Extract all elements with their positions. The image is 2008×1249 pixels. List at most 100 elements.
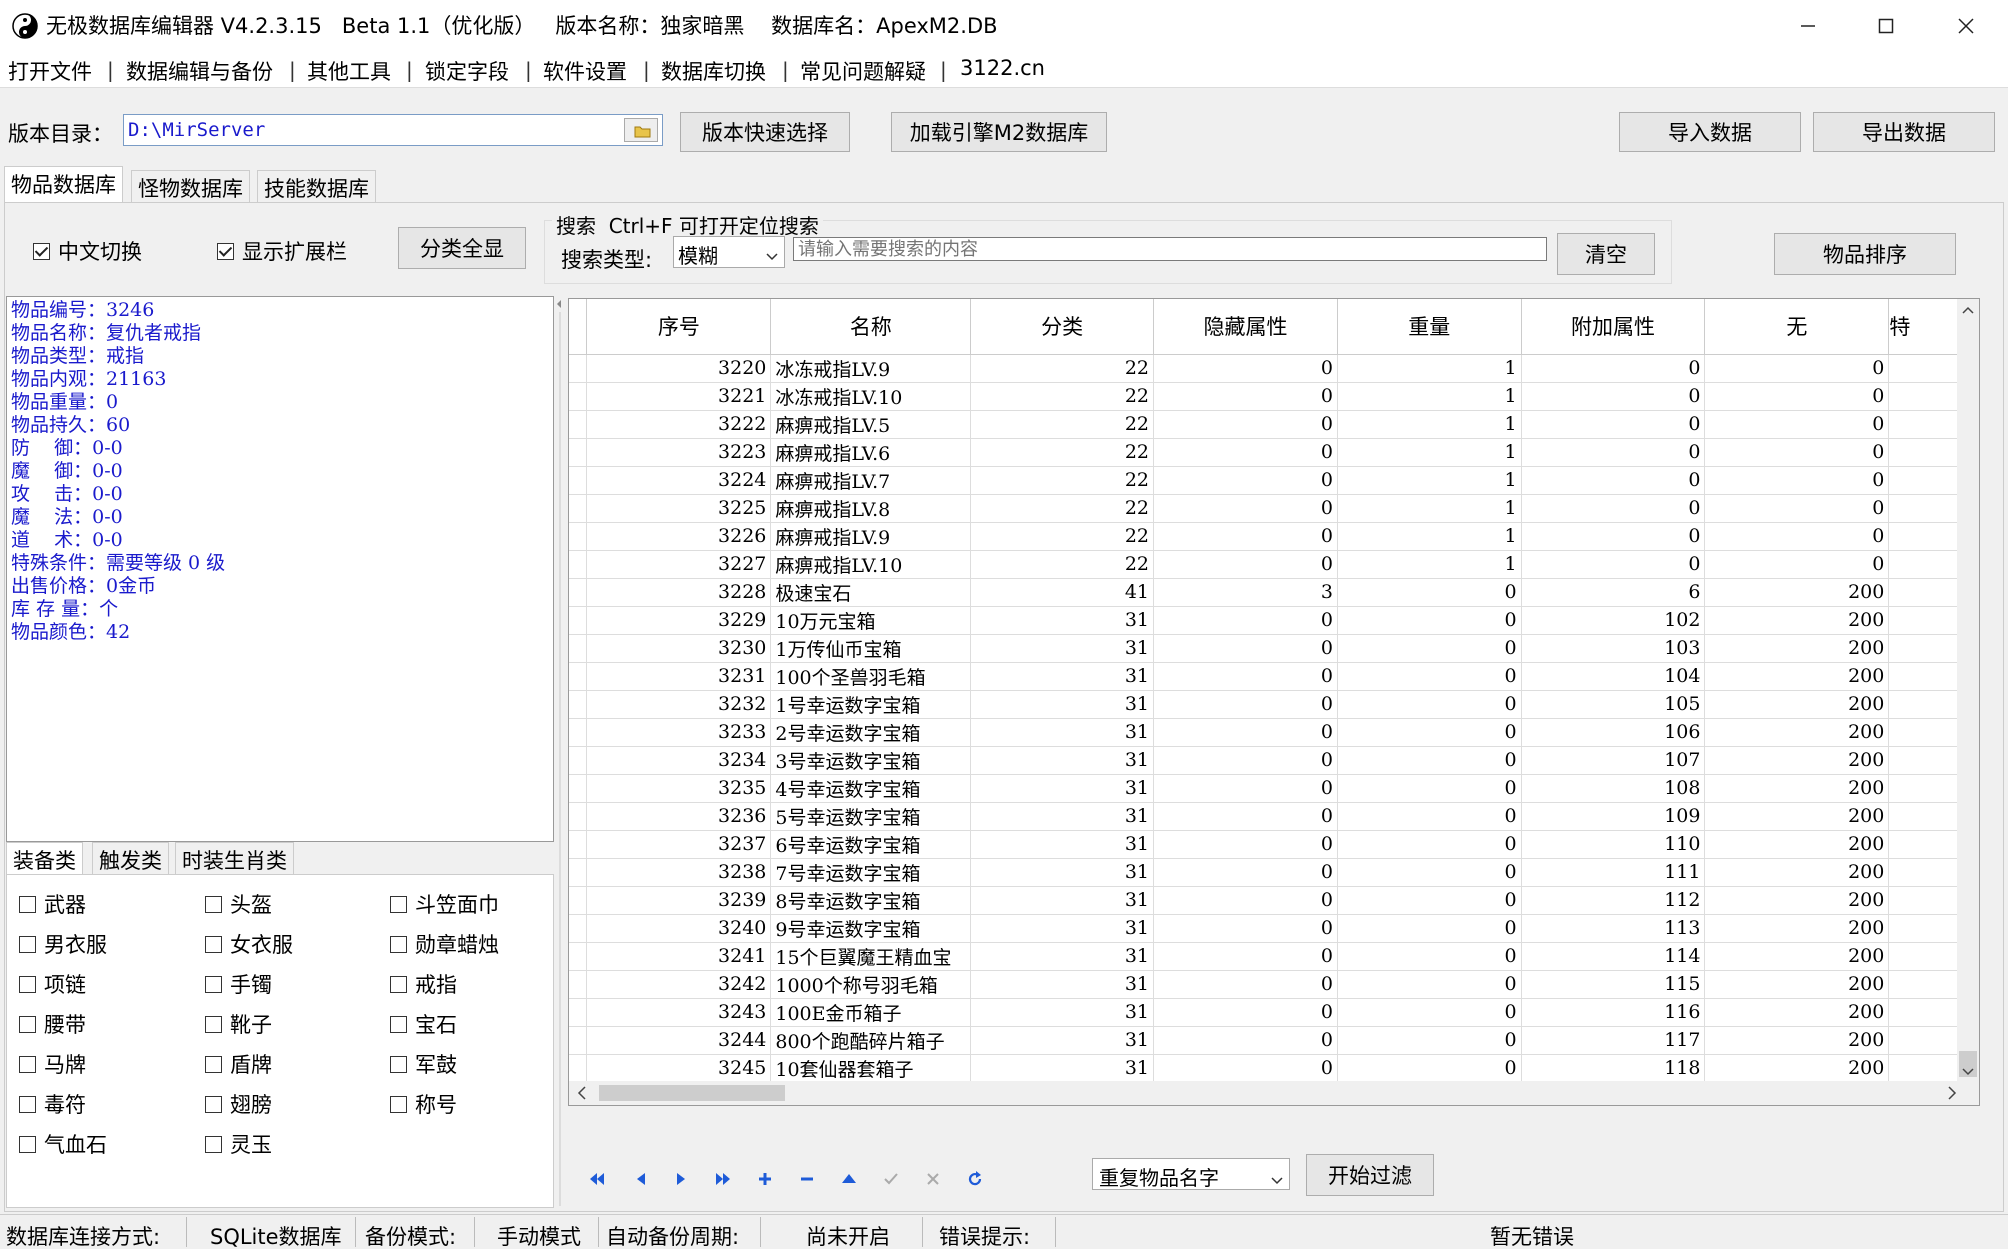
row-indicator[interactable]	[569, 438, 588, 467]
table-cell[interactable]: 22	[970, 438, 1155, 467]
row-indicator[interactable]	[569, 914, 588, 943]
table-cell[interactable]: 1	[1337, 550, 1522, 579]
table-cell[interactable]: 200	[1704, 942, 1890, 971]
table-cell[interactable]	[1888, 662, 1959, 691]
table-cell[interactable]: 1万传仙币宝箱	[770, 634, 972, 663]
table-cell[interactable]	[1888, 382, 1959, 411]
export-data-button[interactable]: 导出数据	[1813, 112, 1995, 152]
table-cell[interactable]: 200	[1704, 802, 1890, 831]
row-indicator[interactable]	[569, 886, 588, 915]
table-cell[interactable]: 0	[1153, 914, 1338, 943]
table-row[interactable]: 3225 麻痹戒指LV.8 22 0 1 0 0	[569, 494, 1959, 523]
table-cell[interactable]: 0	[1153, 858, 1338, 887]
horizontal-scrollbar[interactable]	[569, 1081, 1979, 1105]
menu-other-tools[interactable]: 其他工具	[307, 56, 391, 86]
table-cell[interactable]: 3225	[586, 494, 772, 523]
category-checkbox[interactable]: 称号	[390, 1089, 457, 1119]
table-cell[interactable]: 0	[1153, 942, 1338, 971]
table-cell[interactable]: 200	[1704, 970, 1890, 999]
row-indicator[interactable]	[569, 942, 588, 971]
table-row[interactable]: 3223 麻痹戒指LV.6 22 0 1 0 0	[569, 438, 1959, 467]
table-row[interactable]: 3243 100E金币箱子 31 0 0 116 200	[569, 998, 1959, 1027]
menu-website-link[interactable]: 3122.cn	[960, 56, 1045, 80]
row-indicator[interactable]	[569, 410, 588, 439]
table-cell[interactable]: 0	[1704, 494, 1890, 523]
table-cell[interactable]: 0	[1153, 410, 1338, 439]
category-checkbox[interactable]: 戒指	[390, 969, 457, 999]
table-cell[interactable]: 31	[970, 802, 1155, 831]
table-cell[interactable]	[1888, 550, 1959, 579]
column-header[interactable]: 隐藏属性	[1153, 299, 1338, 355]
table-cell[interactable]: 100个圣兽羽毛箱	[770, 662, 972, 691]
table-cell[interactable]	[1888, 886, 1959, 915]
table-cell[interactable]: 22	[970, 382, 1155, 411]
last-record-icon[interactable]	[710, 1166, 736, 1192]
table-row[interactable]: 3236 5号幸运数字宝箱 31 0 0 109 200	[569, 802, 1959, 831]
table-cell[interactable]: 0	[1521, 494, 1706, 523]
table-cell[interactable]: 0	[1337, 690, 1522, 719]
table-cell[interactable]: 0	[1704, 438, 1890, 467]
row-indicator[interactable]	[569, 774, 588, 803]
minimize-icon[interactable]	[1772, 0, 1844, 52]
table-cell[interactable]	[1888, 830, 1959, 859]
table-row[interactable]: 3226 麻痹戒指LV.9 22 0 1 0 0	[569, 522, 1959, 551]
category-checkbox[interactable]: 盾牌	[205, 1049, 272, 1079]
menu-lock-fields[interactable]: 锁定字段	[425, 56, 509, 86]
table-cell[interactable]	[1888, 606, 1959, 635]
table-cell[interactable]: 3220	[586, 354, 772, 383]
table-cell[interactable]: 200	[1704, 606, 1890, 635]
table-cell[interactable]: 22	[970, 410, 1155, 439]
table-cell[interactable]: 111	[1521, 858, 1706, 887]
table-cell[interactable]: 31	[970, 1054, 1155, 1083]
table-cell[interactable]	[1888, 942, 1959, 971]
row-indicator[interactable]	[569, 494, 588, 523]
table-cell[interactable]: 3223	[586, 438, 772, 467]
row-indicator[interactable]	[569, 690, 588, 719]
table-cell[interactable]: 200	[1704, 914, 1890, 943]
table-cell[interactable]: 0	[1153, 382, 1338, 411]
table-cell[interactable]: 麻痹戒指LV.5	[770, 410, 972, 439]
table-cell[interactable]: 3224	[586, 466, 772, 495]
row-indicator[interactable]	[569, 522, 588, 551]
table-cell[interactable]: 0	[1153, 634, 1338, 663]
tab-item-db[interactable]: 物品数据库	[4, 166, 123, 203]
table-cell[interactable]: 冰冻戒指LV.9	[770, 354, 972, 383]
table-cell[interactable]: 0	[1704, 354, 1890, 383]
table-row[interactable]: 3241 15个巨翼魔王精血宝 31 0 0 114 200	[569, 942, 1959, 971]
search-input-box[interactable]	[793, 237, 1547, 261]
search-type-select[interactable]: 模糊	[673, 236, 785, 268]
table-cell[interactable]	[1888, 746, 1959, 775]
column-header[interactable]: 重量	[1337, 299, 1522, 355]
item-sort-button[interactable]: 物品排序	[1774, 233, 1956, 275]
row-indicator[interactable]	[569, 606, 588, 635]
table-cell[interactable]	[1888, 802, 1959, 831]
table-cell[interactable]: 0	[1337, 746, 1522, 775]
table-cell[interactable]: 3236	[586, 802, 772, 831]
row-indicator[interactable]	[569, 578, 588, 607]
table-cell[interactable]	[1888, 690, 1959, 719]
table-row[interactable]: 3245 10套仙器套箱子 31 0 0 118 200	[569, 1054, 1959, 1083]
table-cell[interactable]	[1888, 998, 1959, 1027]
cancel-record-icon[interactable]	[920, 1166, 946, 1192]
table-cell[interactable]: 0	[1704, 550, 1890, 579]
folder-browse-icon[interactable]	[624, 118, 658, 142]
row-indicator[interactable]	[569, 382, 588, 411]
row-indicator[interactable]	[569, 1054, 588, 1083]
table-cell[interactable]: 200	[1704, 998, 1890, 1027]
table-cell[interactable]: 0	[1153, 774, 1338, 803]
table-cell[interactable]: 5号幸运数字宝箱	[770, 802, 972, 831]
table-cell[interactable]: 0	[1153, 550, 1338, 579]
maximize-icon[interactable]	[1850, 0, 1922, 52]
tab-trigger[interactable]: 触发类	[92, 842, 169, 874]
table-cell[interactable]: 0	[1153, 466, 1338, 495]
table-cell[interactable]: 3243	[586, 998, 772, 1027]
add-record-icon[interactable]	[752, 1166, 778, 1192]
table-cell[interactable]: 0	[1153, 998, 1338, 1027]
table-cell[interactable]: 0	[1704, 410, 1890, 439]
table-row[interactable]: 3244 800个跑酷碎片箱子 31 0 0 117 200	[569, 1026, 1959, 1055]
table-cell[interactable]: 麻痹戒指LV.7	[770, 466, 972, 495]
menu-open-file[interactable]: 打开文件	[8, 56, 92, 86]
table-cell[interactable]: 31	[970, 606, 1155, 635]
table-cell[interactable]: 0	[1153, 830, 1338, 859]
table-cell[interactable]: 麻痹戒指LV.10	[770, 550, 972, 579]
